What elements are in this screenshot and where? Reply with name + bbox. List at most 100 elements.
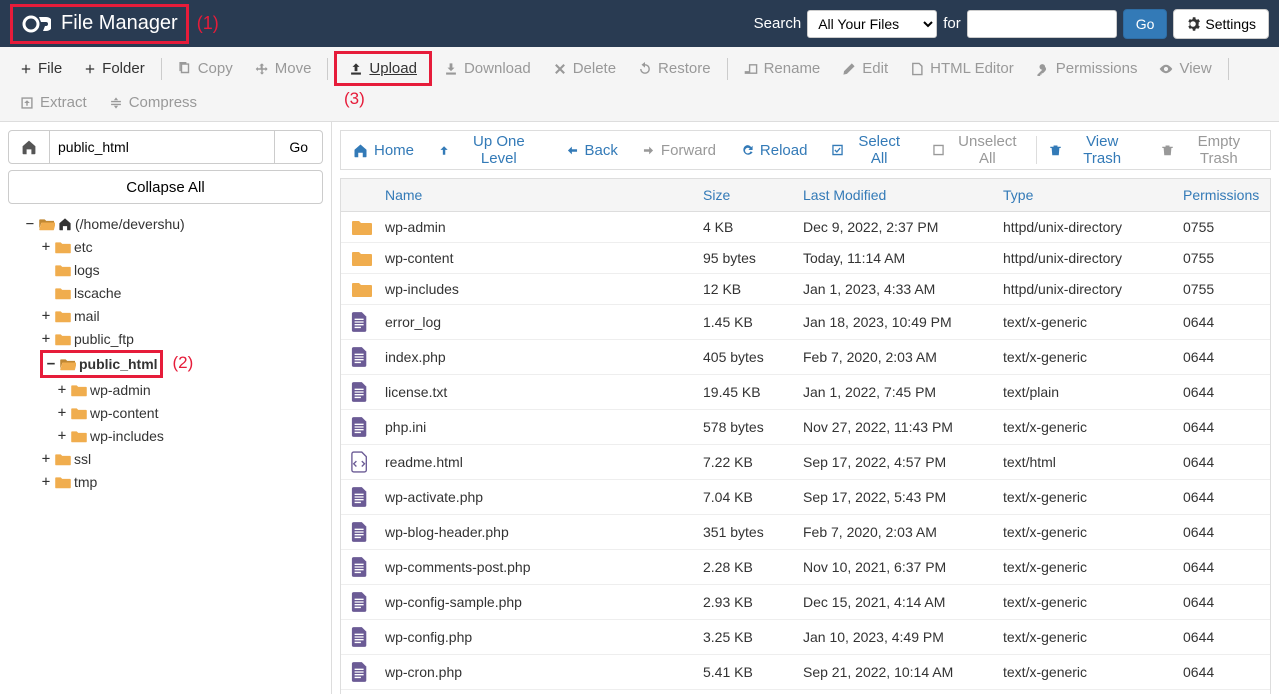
table-row[interactable]: index.php405 bytesFeb 7, 2020, 2:03 AMte… — [341, 340, 1270, 375]
table-row[interactable]: error_log1.45 KBJan 18, 2023, 10:49 PMte… — [341, 305, 1270, 340]
cell-name: license.txt — [385, 384, 703, 400]
tree-node-ssl[interactable]: +ssl — [40, 448, 91, 470]
folder-icon — [351, 280, 373, 298]
file-icon — [351, 346, 369, 368]
cell-modified: Jan 1, 2022, 7:45 PM — [803, 384, 1003, 400]
col-header-size[interactable]: Size — [703, 187, 803, 203]
cell-size: 351 bytes — [703, 524, 803, 540]
tree-node-wp-content[interactable]: +wp-content — [56, 402, 158, 424]
home-icon — [21, 139, 37, 155]
col-header-modified[interactable]: Last Modified — [803, 187, 1003, 203]
trash-icon — [1161, 143, 1174, 157]
cell-name: wp-blog-header.php — [385, 524, 703, 540]
col-header-name[interactable]: Name — [385, 187, 703, 203]
path-home-button[interactable] — [8, 130, 50, 164]
cell-perm: 0644 — [1183, 314, 1270, 330]
sidebar: Go Collapse All − (/home/devershu) +etc … — [0, 122, 332, 694]
col-header-type[interactable]: Type — [1003, 187, 1183, 203]
plus-icon — [20, 63, 32, 75]
tree-node-tmp[interactable]: +tmp — [40, 471, 97, 493]
compress-button[interactable]: Compress — [99, 88, 207, 117]
file-icon — [351, 416, 369, 438]
cell-name: wp-includes — [385, 281, 703, 297]
cell-type: httpd/unix-directory — [1003, 250, 1183, 266]
pencil-icon — [842, 62, 856, 76]
table-row[interactable]: wp-cron.php5.41 KBSep 21, 2022, 10:14 AM… — [341, 655, 1270, 690]
new-file-button[interactable]: File — [10, 54, 72, 83]
folder-icon — [55, 452, 71, 466]
tree-node-lscache[interactable]: lscache — [40, 282, 121, 304]
tree-node-wp-includes[interactable]: +wp-includes — [56, 425, 164, 447]
table-row[interactable]: wp-admin4 KBDec 9, 2022, 2:37 PMhttpd/un… — [341, 212, 1270, 243]
cell-perm: 0644 — [1183, 419, 1270, 435]
edit-button[interactable]: Edit — [832, 54, 898, 83]
search-input[interactable] — [967, 10, 1117, 38]
table-row[interactable]: license.txt19.45 KBJan 1, 2022, 7:45 PMt… — [341, 375, 1270, 410]
table-row[interactable]: wp-includes12 KBJan 1, 2023, 4:33 AMhttp… — [341, 274, 1270, 305]
collapse-all-button[interactable]: Collapse All — [8, 170, 323, 204]
table-row[interactable]: wp-comments-post.php2.28 KBNov 10, 2021,… — [341, 550, 1270, 585]
cell-size: 578 bytes — [703, 419, 803, 435]
path-go-button[interactable]: Go — [275, 130, 323, 164]
view-trash-button[interactable]: View Trash — [1037, 125, 1149, 175]
tree-node-etc[interactable]: +etc — [40, 236, 93, 258]
tree-node-public-html[interactable]: −public_html — [40, 350, 163, 378]
search-filter-select[interactable]: All Your Files — [807, 10, 937, 38]
delete-button[interactable]: Delete — [543, 54, 626, 83]
table-row[interactable]: wp-links-opml.php2.44 KBMar 20, 2022, 3:… — [341, 690, 1270, 694]
cell-name: error_log — [385, 314, 703, 330]
upload-button[interactable]: Upload — [339, 54, 427, 83]
up-one-level-button[interactable]: Up One Level — [426, 125, 554, 175]
key-icon — [1036, 62, 1050, 76]
cell-size: 12 KB — [703, 281, 803, 297]
app-header: File Manager (1) Search All Your Files f… — [0, 0, 1279, 47]
move-icon — [255, 62, 269, 76]
cell-size: 7.04 KB — [703, 489, 803, 505]
tree-node-public-ftp[interactable]: +public_ftp — [40, 328, 134, 350]
unselect-all-button[interactable]: Unselect All — [920, 125, 1036, 175]
cell-name: wp-activate.php — [385, 489, 703, 505]
doc-icon — [910, 62, 924, 76]
main-toolbar: File Folder Copy Move Upload (3) Downloa… — [0, 47, 1279, 122]
extract-button[interactable]: Extract — [10, 88, 97, 117]
forward-button[interactable]: Forward — [630, 134, 728, 167]
tree-node-logs[interactable]: logs — [40, 259, 100, 281]
html-editor-button[interactable]: HTML Editor — [900, 54, 1024, 83]
restore-button[interactable]: Restore — [628, 54, 721, 83]
cell-name: wp-config-sample.php — [385, 594, 703, 610]
file-icon — [351, 591, 369, 613]
uncheck-icon — [932, 143, 945, 157]
copy-button[interactable]: Copy — [168, 54, 243, 83]
back-button[interactable]: Back — [554, 134, 630, 167]
view-button[interactable]: View — [1149, 54, 1221, 83]
table-row[interactable]: wp-config-sample.php2.93 KBDec 15, 2021,… — [341, 585, 1270, 620]
cell-size: 5.41 KB — [703, 664, 803, 680]
tree-node-wp-admin[interactable]: +wp-admin — [56, 379, 151, 401]
tree-root[interactable]: − (/home/devershu) — [24, 213, 185, 235]
cell-perm: 0644 — [1183, 489, 1270, 505]
select-all-button[interactable]: Select All — [819, 125, 919, 175]
table-row[interactable]: php.ini578 bytesNov 27, 2022, 11:43 PMte… — [341, 410, 1270, 445]
grid-header: Name Size Last Modified Type Permissions — [341, 178, 1270, 212]
reload-button[interactable]: Reload — [728, 134, 820, 167]
rename-button[interactable]: Rename — [734, 54, 831, 83]
col-header-perm[interactable]: Permissions — [1183, 187, 1270, 203]
table-row[interactable]: wp-blog-header.php351 bytesFeb 7, 2020, … — [341, 515, 1270, 550]
file-icon — [351, 486, 369, 508]
tree-node-mail[interactable]: +mail — [40, 305, 100, 327]
extract-icon — [20, 96, 34, 110]
search-go-button[interactable]: Go — [1123, 9, 1168, 39]
home-button[interactable]: Home — [341, 134, 426, 167]
download-button[interactable]: Download — [434, 54, 541, 83]
permissions-button[interactable]: Permissions — [1026, 54, 1148, 83]
move-button[interactable]: Move — [245, 54, 322, 83]
settings-button[interactable]: Settings — [1173, 9, 1269, 39]
cell-perm: 0644 — [1183, 594, 1270, 610]
empty-trash-button[interactable]: Empty Trash — [1149, 125, 1270, 175]
table-row[interactable]: wp-content95 bytesToday, 11:14 AMhttpd/u… — [341, 243, 1270, 274]
table-row[interactable]: wp-config.php3.25 KBJan 10, 2023, 4:49 P… — [341, 620, 1270, 655]
table-row[interactable]: readme.html7.22 KBSep 17, 2022, 4:57 PMt… — [341, 445, 1270, 480]
new-folder-button[interactable]: Folder — [74, 54, 155, 83]
path-input[interactable] — [50, 130, 275, 164]
table-row[interactable]: wp-activate.php7.04 KBSep 17, 2022, 5:43… — [341, 480, 1270, 515]
